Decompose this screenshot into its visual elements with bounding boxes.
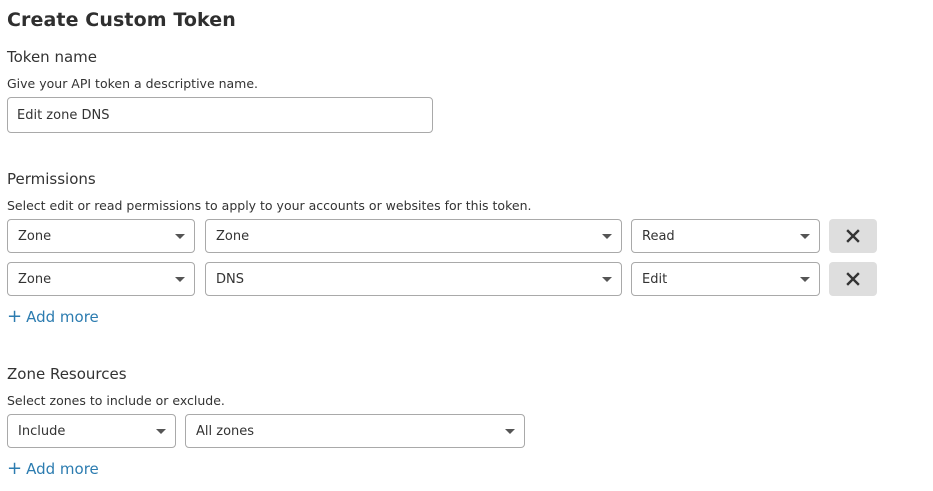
zone-scope-value: All zones [196,423,255,439]
permission-scope-select-2[interactable]: Zone [7,262,195,296]
permission-scope-value: Zone [18,228,52,244]
add-permission-link[interactable]: + Add more [7,306,99,327]
chevron-down-icon [602,233,612,239]
zone-scope-select[interactable]: All zones [185,414,525,448]
token-name-label: Token name [7,48,97,66]
chevron-down-icon [156,428,166,434]
permission-resource-select-2[interactable]: DNS [205,262,622,296]
chevron-down-icon [505,428,515,434]
plus-icon: + [7,458,23,479]
chevron-down-icon [175,233,185,239]
permission-access-value: Edit [642,271,668,287]
page-title: Create Custom Token [7,9,236,31]
permission-resource-value: Zone [216,228,250,244]
token-name-help: Give your API token a descriptive name. [7,76,259,91]
plus-icon: + [7,306,23,327]
permissions-help: Select edit or read permissions to apply… [7,198,532,213]
zone-resources-help: Select zones to include or exclude. [7,393,225,408]
token-name-input[interactable] [7,97,433,133]
add-zone-link[interactable]: + Add more [7,458,99,479]
close-icon [846,229,860,243]
permission-resource-select-1[interactable]: Zone [205,219,622,253]
add-zone-label: Add more [26,460,99,478]
permission-access-select-1[interactable]: Read [631,219,820,253]
add-permission-label: Add more [26,308,99,326]
chevron-down-icon [602,276,612,282]
zone-resources-label: Zone Resources [7,365,127,383]
permission-resource-value: DNS [216,271,244,287]
permission-access-value: Read [642,228,675,244]
permission-scope-value: Zone [18,271,52,287]
chevron-down-icon [800,233,810,239]
permission-scope-select-1[interactable]: Zone [7,219,195,253]
chevron-down-icon [175,276,185,282]
close-icon [846,272,860,286]
zone-include-select[interactable]: Include [7,414,176,448]
chevron-down-icon [800,276,810,282]
zone-include-value: Include [18,423,66,439]
permissions-label: Permissions [7,170,96,188]
remove-permission-button-2[interactable] [829,262,877,296]
remove-permission-button-1[interactable] [829,219,877,253]
permission-access-select-2[interactable]: Edit [631,262,820,296]
